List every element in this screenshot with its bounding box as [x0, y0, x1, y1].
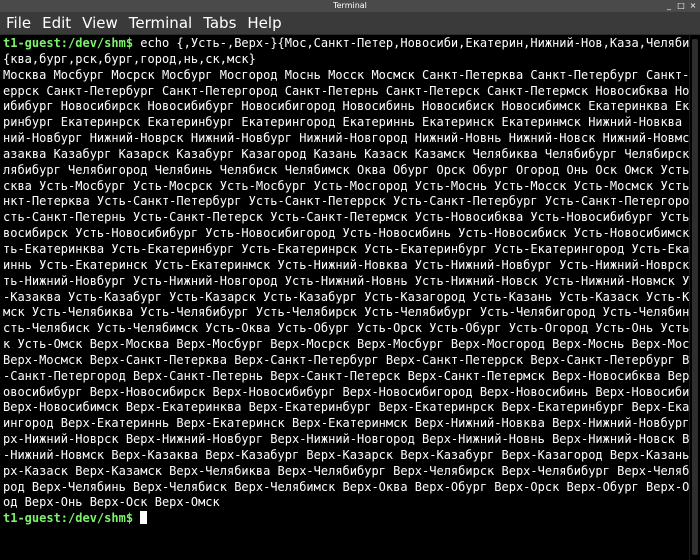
output-line: лябибург Челябигород Челябинь Челябиск Ч…: [3, 162, 689, 177]
output-line: -Санкт-Петергород Верх-Санкт-Петернь Вер…: [3, 368, 689, 383]
output-line: иннь Усть-Екатеринск Усть-Екатеринмск Ус…: [3, 257, 689, 272]
output-line: Верх-Мосмск Верх-Санкт-Петерква Верх-Сан…: [3, 352, 689, 367]
output-line: род Верх-Челябинь Верх-Челябиск Верх-Чел…: [3, 479, 689, 494]
output-line: мск Усть-Челябиква Усть-Челябибург Усть-…: [3, 305, 689, 320]
output-line: -Казаква Усть-Казабург Усть-Казарск Усть…: [3, 289, 689, 304]
terminal-window: Terminal _ □ × File Edit View Terminal Tabs H…: [0, 0, 700, 560]
output-line: ть-Екатеринква Усть-Екатеринбург Усть-Ек…: [3, 241, 689, 256]
menu-edit[interactable]: Edit: [36, 12, 76, 34]
output-line: еррск Санкт-Петербург Санкт-Петергород С…: [3, 83, 689, 98]
output-line: ний-Новбург Нижний-Новрск Нижний-Новбург…: [3, 131, 689, 146]
window-title: Terminal: [333, 1, 367, 10]
output-line: сть-Челябиск Усть-Челябимск Усть-Оква Ус…: [3, 321, 689, 336]
terminal-output[interactable]: t1-guest:/dev/shm$ echo {,Усть-,Верх-}{М…: [3, 36, 689, 558]
minimize-icon[interactable]: _: [664, 1, 674, 10]
cursor[interactable]: [140, 511, 148, 525]
output-line: овосибибург Верх-Новосибирск Верх-Новоси…: [3, 384, 689, 399]
menu-terminal[interactable]: Terminal: [123, 12, 197, 34]
scrollbar[interactable]: [689, 35, 700, 560]
output-line: сква Усть-Мосбург Усть-Мосрск Усть-Мосбу…: [3, 178, 689, 193]
scrollbar-thumb[interactable]: [692, 39, 698, 555]
output-line: ть-Нижний-Новбург Усть-Нижний-Новгород У…: [3, 273, 689, 288]
prompt: t1-guest:/dev/shm$: [3, 511, 134, 526]
menu-tabs[interactable]: Tabs: [197, 12, 241, 34]
output-line: Верх-Новосибимск Верх-Екатеринква Верх-Е…: [3, 400, 689, 415]
output-line: нкт-Петерква Усть-Санкт-Петербург Усть-С…: [3, 194, 689, 209]
menu-file[interactable]: File: [0, 12, 36, 34]
output-line: восибирск Усть-Новосибибург Усть-Новосиб…: [3, 226, 689, 241]
output-line: Москва Мосбург Мосрск Мосбург Мосгород М…: [3, 67, 689, 82]
output-line: рх-Казаск Верх-Казамск Верх-Челябиква Ве…: [3, 463, 689, 478]
command-line: t1-guest:/dev/shm$ echo {,Усть-,Верх-}{М…: [3, 36, 689, 50]
prompt: t1-guest:/dev/shm$: [3, 36, 134, 50]
output-line: ингород Верх-Екатериннь Верх-Екатеринск …: [3, 416, 689, 431]
output-line: -Нижний-Новмск Верх-Казаква Верх-Казабур…: [3, 447, 689, 462]
output-line: рх-Нижний-Новрск Верх-Нижний-Новбург Вер…: [3, 432, 689, 447]
menu-help[interactable]: Help: [241, 12, 286, 34]
output-line: сть-Санкт-Петернь Усть-Санкт-Петерск Уст…: [3, 210, 689, 225]
close-icon[interactable]: ×: [688, 1, 698, 10]
command-line: {ква,бург,рск,бург,город,нь,ск,мск}: [3, 51, 256, 66]
output-line: од Верх-Онь Верх-Оск Верх-Омск: [3, 495, 220, 510]
output-line: ринбург Екатеринрск Екатеринбург Екатери…: [3, 115, 689, 130]
output-line: ибибург Новосибирск Новосибибург Новосиб…: [3, 99, 689, 114]
title-bar[interactable]: Terminal _ □ ×: [0, 0, 700, 12]
output-line: азаква Казабург Казарск Казабург Казагор…: [3, 146, 689, 161]
prompt-line: t1-guest:/dev/shm$: [3, 511, 689, 527]
menu-view[interactable]: View: [76, 12, 123, 34]
menu-bar: File Edit View Terminal Tabs Help: [0, 12, 700, 35]
output-line: к Усть-Омск Верх-Москва Верх-Мосбург Вер…: [3, 337, 689, 352]
maximize-icon[interactable]: □: [676, 1, 686, 10]
